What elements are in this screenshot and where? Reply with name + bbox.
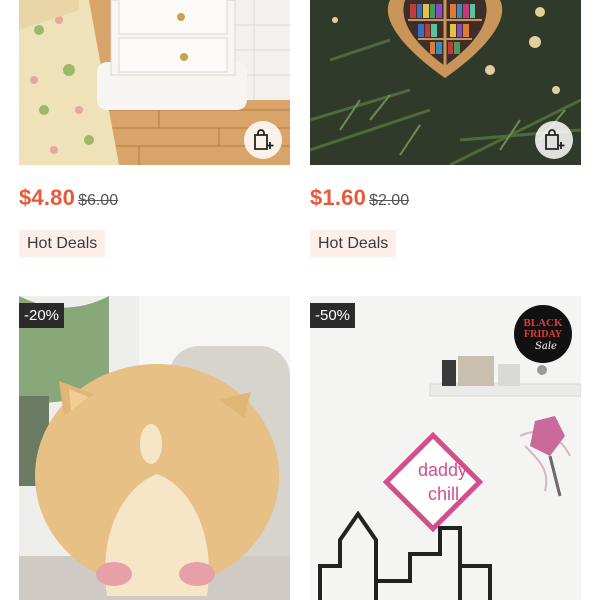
product-card[interactable]: $1.60 $2.00 Hot Deals bbox=[310, 0, 581, 257]
product-card[interactable]: daddy chill -50% BLACK FRIDAY Sale bbox=[310, 296, 581, 600]
sign-text-line1: daddy bbox=[418, 460, 467, 480]
shopping-bag-plus-icon bbox=[545, 129, 565, 150]
original-price: $2.00 bbox=[369, 192, 410, 209]
product-card[interactable]: -20% bbox=[19, 296, 290, 600]
hot-deals-tag: Hot Deals bbox=[19, 230, 106, 257]
badge-line1: BLACK bbox=[523, 317, 563, 329]
product-image[interactable]: daddy chill -50% BLACK FRIDAY Sale bbox=[310, 296, 581, 600]
add-to-cart-button[interactable] bbox=[535, 121, 573, 159]
discount-badge: -20% bbox=[19, 303, 65, 328]
hot-deals-tag: Hot Deals bbox=[310, 230, 397, 257]
badge-line3: Sale bbox=[535, 341, 557, 352]
black-friday-sale-badge: BLACK FRIDAY Sale bbox=[514, 305, 572, 363]
product-price: $1.60 bbox=[310, 185, 367, 210]
shopping-bag-plus-icon bbox=[254, 129, 274, 150]
original-price: $6.00 bbox=[78, 192, 119, 209]
product-image[interactable] bbox=[19, 0, 290, 165]
badge-line2: FRIDAY bbox=[524, 329, 563, 340]
product-price: $4.80 bbox=[19, 185, 76, 210]
product-image[interactable] bbox=[310, 0, 581, 165]
add-to-cart-button[interactable] bbox=[244, 121, 282, 159]
discount-badge: -50% bbox=[310, 303, 356, 328]
sign-text-line2: chill bbox=[428, 484, 459, 504]
product-image[interactable]: -20% bbox=[19, 296, 290, 600]
product-card[interactable]: $4.80 $6.00 Hot Deals bbox=[19, 0, 290, 257]
